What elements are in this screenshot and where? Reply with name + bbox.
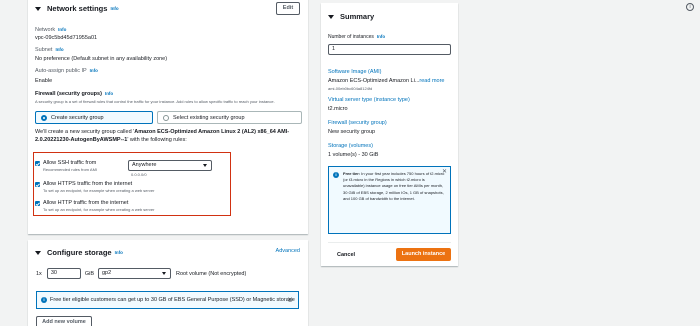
public-ip-label: Auto-assign public IP Info: [35, 68, 98, 74]
public-ip-value: Enable: [35, 78, 53, 84]
free-tier-storage-text: Free tier eligible customers can get up …: [50, 297, 295, 303]
allow-https-sub: To set up an endpoint, for example when …: [43, 188, 155, 193]
ssh-cidr: 0.0.0.0/0: [131, 172, 147, 177]
storage-link[interactable]: Storage (volumes): [328, 143, 373, 149]
create-security-group-label: Create security group: [51, 114, 104, 121]
info-icon: i: [333, 172, 339, 178]
firewall-link[interactable]: Firewall (security group): [328, 120, 387, 126]
create-security-group-option[interactable]: Create security group: [35, 111, 153, 124]
instance-type-link[interactable]: Virtual server type (instance type): [328, 97, 410, 103]
caret-down-icon[interactable]: [328, 14, 334, 19]
ami-id: ami-00eb0bc604a8124fd: [328, 86, 373, 91]
free-tier-bold: Free tier:: [343, 171, 361, 176]
caret-down-icon[interactable]: [35, 6, 41, 11]
checkbox-checked-icon[interactable]: [35, 161, 40, 166]
storage-value: 1 volume(s) - 30 GiB: [328, 152, 379, 158]
summary-header[interactable]: Summary: [328, 12, 374, 21]
public-ip-info-link[interactable]: Info: [90, 68, 98, 73]
select-security-group-label: Select existing security group: [173, 114, 245, 121]
close-icon[interactable]: ✕: [442, 169, 447, 175]
network-value: vpc-09c5bd45d71955a01: [35, 35, 98, 41]
close-icon[interactable]: ✕: [287, 296, 293, 304]
network-info-link[interactable]: Info: [58, 27, 66, 32]
root-volume-row: 1x 30 GiB gp2 Root volume (Not encrypted…: [36, 268, 246, 279]
network-label: Network Info: [35, 27, 67, 33]
divider: [328, 242, 451, 243]
allow-http-label: Allow HTTP traffic from the internet: [43, 200, 129, 206]
info-icon: i: [41, 297, 47, 303]
dropdown-arrow-icon: [203, 164, 207, 167]
firewall-value: New security group: [328, 129, 376, 135]
allow-https-row[interactable]: Allow HTTPS traffic from the internet: [35, 181, 132, 187]
instances-info-link[interactable]: Info: [377, 34, 385, 39]
free-tier-storage-alert: i Free tier eligible customers can get u…: [36, 291, 299, 309]
security-group-note: We'll create a new security group called…: [35, 129, 290, 143]
allow-http-sub: To set up an endpoint, for example when …: [43, 207, 155, 212]
summary-title: Summary: [340, 12, 375, 21]
configure-storage-header[interactable]: Configure storage Info: [35, 248, 123, 257]
root-volume-label: Root volume (Not encrypted): [175, 270, 247, 277]
number-of-instances-input[interactable]: 1: [328, 44, 451, 55]
cancel-button[interactable]: Cancel: [337, 252, 355, 258]
info-circle-icon[interactable]: i: [686, 3, 694, 11]
network-settings-info-link[interactable]: Info: [110, 6, 118, 11]
subnet-value: No preference (Default subnet in any ava…: [35, 56, 168, 62]
configure-storage-title: Configure storage: [47, 248, 112, 257]
allow-https-label: Allow HTTPS traffic from the internet: [43, 181, 133, 187]
firewall-title: Firewall (security groups) Info: [35, 91, 114, 97]
subnet-info-link[interactable]: Info: [55, 47, 63, 52]
launch-instance-button[interactable]: Launch instance: [396, 248, 451, 261]
storage-info-link[interactable]: Info: [115, 250, 123, 255]
volume-count: 1x: [36, 270, 42, 277]
read-more-link[interactable]: read more: [419, 78, 444, 84]
allow-ssh-row[interactable]: Allow SSH traffic from: [35, 160, 96, 166]
volume-unit: GiB: [84, 270, 94, 277]
dropdown-arrow-icon: [161, 272, 166, 275]
radio-unselected-icon[interactable]: [163, 114, 169, 121]
edit-button[interactable]: Edit: [276, 2, 300, 15]
network-settings-header[interactable]: Network settings Info: [35, 4, 119, 13]
radio-selected-icon[interactable]: [41, 114, 47, 121]
ami-value: Amazon ECS-Optimized Amazon Li...read mo…: [328, 78, 445, 84]
add-new-volume-button[interactable]: Add new volume: [36, 316, 92, 326]
allow-ssh-label: Allow SSH traffic from: [43, 160, 97, 166]
checkbox-checked-icon[interactable]: [35, 201, 40, 206]
free-tier-alert: i Free tier: In your first year includes…: [328, 166, 451, 234]
volume-size-input[interactable]: 30: [46, 268, 81, 279]
summary-panel: Summary Number of instances Info 1 Softwa…: [321, 3, 458, 266]
checkbox-checked-icon[interactable]: [35, 182, 40, 187]
subnet-label: Subnet Info: [35, 47, 64, 53]
instance-type-value: t2.micro: [328, 106, 348, 112]
allow-ssh-sub: Recommended rules from AMI: [43, 167, 98, 172]
configure-storage-panel: Configure storage Info Advanced 1x 30 Gi…: [28, 240, 308, 326]
select-existing-security-group-option[interactable]: Select existing security group: [157, 111, 302, 124]
caret-down-icon[interactable]: [35, 250, 41, 255]
ami-link[interactable]: Software Image (AMI): [328, 69, 382, 75]
allow-http-row[interactable]: Allow HTTP traffic from the internet: [35, 200, 128, 206]
firewall-info-link[interactable]: Info: [105, 91, 113, 96]
firewall-description: A security group is a set of firewall ru…: [35, 99, 275, 104]
advanced-link[interactable]: Advanced: [276, 248, 300, 254]
ssh-source-select[interactable]: Anywhere: [128, 160, 212, 171]
network-settings-title: Network settings: [47, 4, 108, 13]
instances-label: Number of instances Info: [328, 34, 386, 40]
volume-type-select[interactable]: gp2: [97, 268, 171, 279]
